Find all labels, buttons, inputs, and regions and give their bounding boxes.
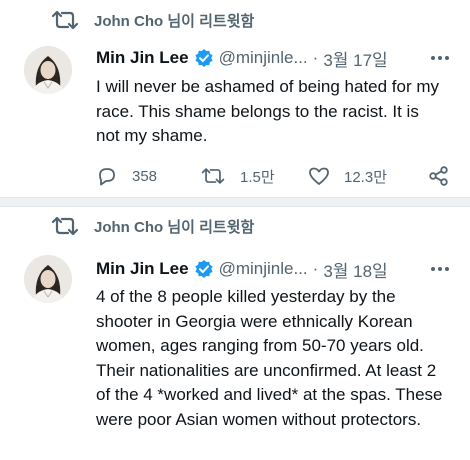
like-button[interactable]: 12.3만 <box>308 164 387 188</box>
author-name[interactable]: Min Jin Lee <box>96 259 189 279</box>
tweet-date[interactable]: 3월 17일 <box>323 46 387 71</box>
avatar-photo <box>24 255 72 303</box>
author-handle[interactable]: @minjinle... <box>219 259 308 279</box>
retweet-context: John Cho 님이 리트윗함 <box>50 8 254 32</box>
retweet-button[interactable]: 1.5만 <box>200 164 275 188</box>
verified-badge-icon <box>194 260 213 278</box>
tweet-text: 4 of the 8 people killed yesterday by th… <box>96 287 443 429</box>
share-button[interactable] <box>428 164 464 188</box>
avatar-photo <box>24 46 72 94</box>
verified-badge-icon <box>194 49 213 67</box>
retweet-icon <box>51 216 79 236</box>
tweet-text: I will never be ashamed of being hated f… <box>96 77 440 145</box>
reply-count: 358 <box>132 167 158 185</box>
retweet-label: John Cho 님이 리트윗함 <box>94 12 255 30</box>
tweet-2[interactable]: John Cho 님이 리트윗함 Min Jin Lee @minjinle..… <box>0 207 470 460</box>
tweet-divider <box>0 197 470 207</box>
like-count: 12.3만 <box>344 168 387 186</box>
author-handle[interactable]: @minjinle... <box>219 48 308 68</box>
retweet-icon <box>51 10 79 30</box>
tweet-actions: 358 1.5만 12.3만 <box>96 164 456 188</box>
like-icon <box>309 167 329 185</box>
retweet-icon <box>201 168 225 184</box>
avatar[interactable] <box>24 46 72 94</box>
reply-button[interactable]: 358 <box>96 164 157 188</box>
tweet-date[interactable]: 3월 18일 <box>323 257 387 282</box>
tweet-header: Min Jin Lee @minjinle... · 3월 18일 <box>96 255 388 283</box>
retweet-context: John Cho 님이 리트윗함 <box>50 214 254 238</box>
share-icon <box>429 166 448 186</box>
avatar[interactable] <box>24 255 72 303</box>
tweet-header: Min Jin Lee @minjinle... · 3월 17일 <box>96 44 388 72</box>
reply-icon <box>99 168 115 186</box>
retweet-label: John Cho 님이 리트윗함 <box>94 218 255 236</box>
more-icon[interactable] <box>428 46 452 70</box>
header-separator: · <box>312 259 319 278</box>
header-separator: · <box>312 48 319 67</box>
tweet-1[interactable]: John Cho 님이 리트윗함 Min Jin Lee @minjinle..… <box>0 0 470 197</box>
more-icon[interactable] <box>428 257 452 281</box>
retweet-count: 1.5만 <box>240 168 275 186</box>
author-name[interactable]: Min Jin Lee <box>96 48 189 68</box>
